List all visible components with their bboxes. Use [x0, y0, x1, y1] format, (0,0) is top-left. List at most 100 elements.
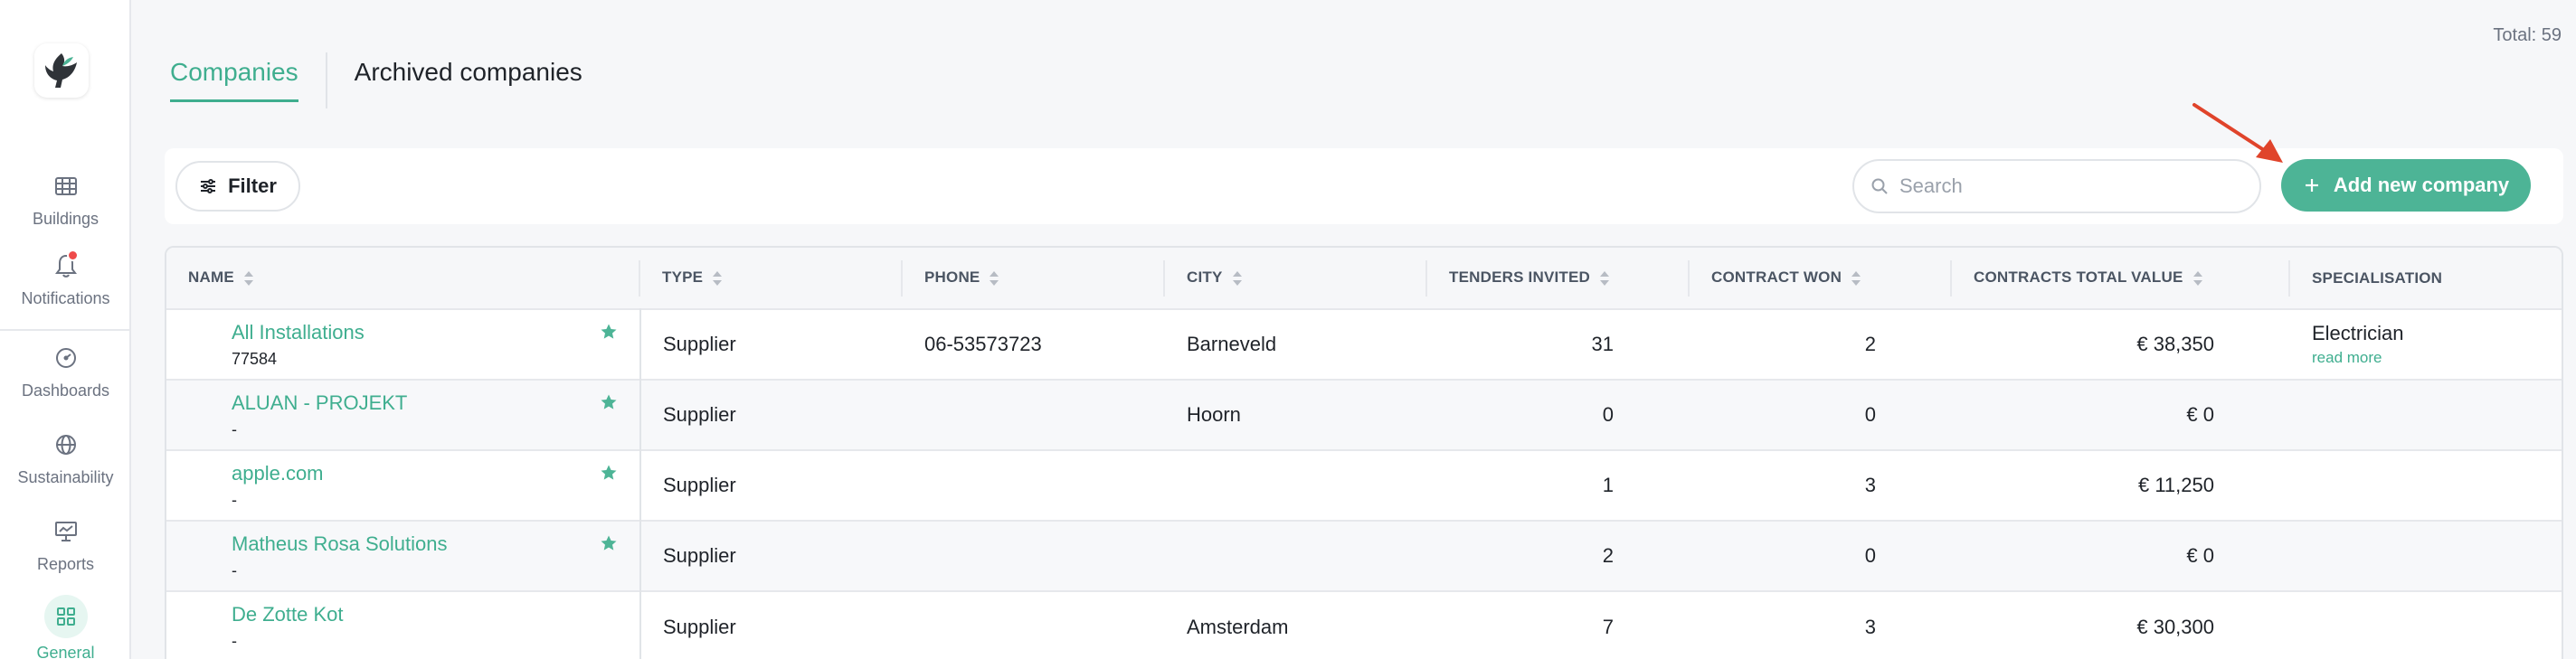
cell-name: Matheus Rosa Solutions - — [166, 521, 641, 591]
sidebar-item-label: Buildings — [32, 210, 99, 228]
column-header-phone[interactable]: PHONE — [903, 248, 1165, 309]
grid-icon — [43, 595, 88, 638]
sliders-icon — [201, 179, 216, 193]
sidebar-item-label: Sustainability — [17, 468, 114, 486]
sort-icon — [243, 270, 253, 286]
column-header-type[interactable]: TYPE — [640, 248, 903, 309]
tab-divider — [325, 52, 327, 108]
table-row[interactable]: All Installations 77584 Supplier 06-5357… — [166, 309, 2562, 380]
column-header-tenders-invited[interactable]: TENDERS INVITED — [1427, 248, 1690, 309]
sidebar-item-dashboards[interactable]: Dashboards — [0, 340, 131, 400]
sidebar-item-reports[interactable]: Reports — [0, 513, 131, 574]
cell-specialisation: Electrician read more — [2290, 309, 2562, 380]
column-header-specialisation[interactable]: SPECIALISATION — [2290, 248, 2562, 309]
column-label: CONTRACTS TOTAL VALUE — [1974, 268, 2183, 287]
sidebar-item-buildings[interactable]: Buildings — [0, 168, 131, 229]
filter-button[interactable]: Filter — [175, 161, 300, 212]
company-name-link[interactable]: Matheus Rosa Solutions — [232, 532, 639, 556]
presentation-icon — [48, 513, 84, 550]
sidebar-item-notifications[interactable]: Notifications — [0, 248, 131, 308]
filter-label: Filter — [228, 174, 277, 197]
cell-specialisation — [2290, 591, 2562, 659]
cell-phone — [903, 521, 1165, 591]
table-row[interactable]: Matheus Rosa Solutions - Supplier 2 0 € … — [166, 521, 2562, 591]
tab-bar: Companies Archived companies — [170, 52, 582, 108]
star-icon[interactable] — [600, 464, 618, 482]
sidebar-item-general[interactable]: General — [0, 595, 131, 659]
cell-type: Supplier — [663, 474, 736, 496]
sidebar-item-label: Notifications — [21, 289, 110, 307]
cell-city: Amsterdam — [1187, 615, 1289, 638]
cell-contracts-total-value: € 0 — [2186, 544, 2214, 567]
company-name-link[interactable]: De Zotte Kot — [232, 603, 639, 626]
company-id: - — [232, 490, 237, 509]
cell-city: Hoorn — [1187, 403, 1241, 426]
cell-specialisation — [2290, 450, 2562, 521]
sidebar-item-label: General — [36, 644, 95, 659]
cell-city: Barneveld — [1187, 333, 1277, 355]
sidebar-item-label: Reports — [36, 555, 95, 573]
sidebar: Buildings Notifications Dashboards Susta… — [0, 0, 131, 659]
column-header-city[interactable]: CITY — [1165, 248, 1427, 309]
column-header-contract-won[interactable]: CONTRACT WON — [1690, 248, 1952, 309]
sort-icon — [990, 270, 999, 286]
cell-specialisation — [2290, 521, 2562, 591]
add-button-label: Add new company — [2333, 174, 2510, 196]
bell-icon — [48, 248, 84, 284]
table-header-row: NAME TYPE PHONE CITY TENDERS INVITED CON… — [166, 248, 2562, 309]
cell-city — [1165, 521, 1427, 591]
column-header-contracts-total-value[interactable]: CONTRACTS TOTAL VALUE — [1952, 248, 2290, 309]
star-icon[interactable] — [600, 393, 618, 411]
companies-table: NAME TYPE PHONE CITY TENDERS INVITED CON… — [165, 246, 2563, 659]
table-row[interactable]: apple.com - Supplier 1 3 € 11,250 — [166, 450, 2562, 521]
column-label: CITY — [1187, 268, 1223, 287]
column-header-name[interactable]: NAME — [166, 248, 640, 309]
company-id: - — [232, 632, 237, 650]
cell-type: Supplier — [663, 403, 736, 426]
cell-contract-won: 2 — [1864, 333, 1876, 355]
sort-icon — [1600, 270, 1610, 286]
cell-contract-won: 3 — [1864, 474, 1876, 496]
column-label: PHONE — [924, 268, 980, 287]
total-count: Total: 59 — [2493, 25, 2562, 45]
cell-phone — [903, 380, 1165, 450]
table-row[interactable]: De Zotte Kot - Supplier Amsterdam 7 3 € … — [166, 591, 2562, 659]
cell-phone — [903, 450, 1165, 521]
tab-companies[interactable]: Companies — [170, 58, 298, 102]
cell-name: apple.com - — [166, 450, 641, 521]
cell-name: ALUAN - PROJEKT - — [166, 380, 641, 450]
table-row[interactable]: ALUAN - PROJEKT - Supplier Hoorn 0 0 € 0 — [166, 380, 2562, 450]
add-new-company-button[interactable]: Add new company — [2281, 159, 2531, 212]
sidebar-divider — [0, 329, 131, 331]
read-more-link[interactable]: read more — [2312, 349, 2562, 367]
company-name-link[interactable]: All Installations — [232, 321, 639, 344]
cell-tenders-invited: 1 — [1602, 474, 1614, 496]
plus-icon — [2305, 179, 2318, 192]
company-name-link[interactable]: apple.com — [232, 462, 639, 485]
company-name-link[interactable]: ALUAN - PROJEKT — [232, 391, 639, 415]
cell-city — [1165, 450, 1427, 521]
cell-tenders-invited: 0 — [1602, 403, 1614, 426]
sidebar-item-label: Dashboards — [21, 381, 110, 400]
column-label: SPECIALISATION — [2312, 268, 2443, 287]
sidebar-item-sustainability[interactable]: Sustainability — [0, 427, 131, 487]
cell-contracts-total-value: € 38,350 — [2136, 333, 2214, 355]
app-root: Buildings Notifications Dashboards Susta… — [0, 0, 2576, 659]
cell-type: Supplier — [663, 615, 736, 638]
sort-icon — [1232, 270, 1242, 286]
cell-contracts-total-value: € 11,250 — [2137, 474, 2214, 496]
cell-tenders-invited: 7 — [1602, 615, 1614, 638]
app-logo[interactable] — [34, 43, 89, 98]
star-icon[interactable] — [600, 534, 618, 552]
sort-icon — [713, 270, 723, 286]
specialisation-text: Electrician — [2312, 322, 2404, 344]
cell-phone: 06-53573723 — [924, 333, 1042, 355]
search-input[interactable] — [1899, 174, 2225, 198]
cell-contracts-total-value: € 30,300 — [2136, 615, 2214, 638]
notification-dot — [66, 249, 79, 261]
tab-archived-companies[interactable]: Archived companies — [355, 58, 582, 99]
column-label: TENDERS INVITED — [1449, 268, 1591, 287]
cell-type: Supplier — [663, 544, 736, 567]
star-icon[interactable] — [600, 323, 618, 341]
company-id: - — [232, 560, 237, 579]
